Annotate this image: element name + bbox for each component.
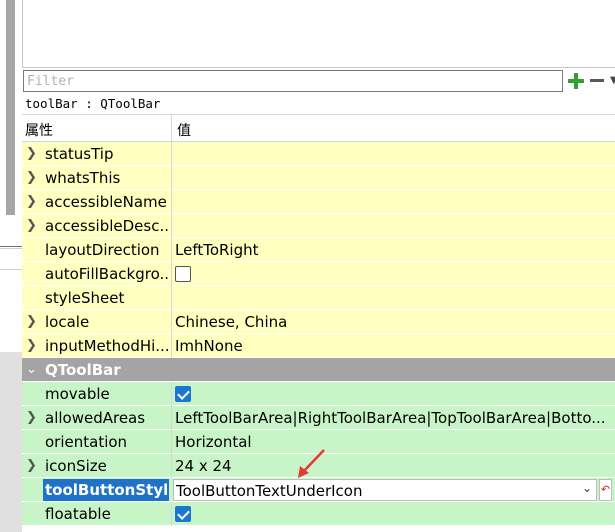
property-name: movable bbox=[45, 385, 110, 403]
header-value: 值 bbox=[177, 123, 191, 139]
column-separator bbox=[171, 190, 172, 214]
property-value[interactable] bbox=[175, 193, 613, 213]
property-name: styleSheet bbox=[45, 289, 125, 307]
chevron-right-icon[interactable]: ❯ bbox=[26, 313, 40, 331]
property-row-layoutDirection[interactable]: layoutDirection LeftToRight bbox=[22, 238, 615, 262]
chevron-right-icon[interactable]: ❯ bbox=[26, 169, 40, 187]
property-name: floatable bbox=[45, 505, 111, 523]
left-divider bbox=[0, 246, 22, 247]
property-name-selected: toolButtonStyle bbox=[43, 479, 169, 501]
property-value[interactable] bbox=[175, 217, 613, 237]
property-row-statusTip[interactable]: ❯ statusTip bbox=[22, 142, 615, 166]
property-value[interactable]: Horizontal bbox=[175, 433, 613, 453]
property-row-locale[interactable]: ❯ locale Chinese, China bbox=[22, 310, 615, 334]
property-name: locale bbox=[45, 313, 90, 331]
chevron-right-icon[interactable]: ❯ bbox=[26, 145, 40, 163]
property-row-inputMethodHints[interactable]: ❯ inputMethodHi... ImhNone bbox=[22, 334, 615, 358]
chevron-down-icon[interactable]: ▼ bbox=[610, 71, 615, 91]
property-value[interactable] bbox=[175, 289, 613, 309]
chevron-down-icon[interactable]: ⌄ bbox=[26, 361, 40, 379]
header-property: 属性 bbox=[25, 123, 53, 139]
column-separator bbox=[171, 214, 172, 238]
column-separator bbox=[171, 454, 172, 478]
property-row-accessibleDescription[interactable]: ❯ accessibleDesc... bbox=[22, 214, 615, 238]
property-row-whatsThis[interactable]: ❯ whatsThis bbox=[22, 166, 615, 190]
minus-icon[interactable] bbox=[589, 71, 607, 91]
object-inspector-panel bbox=[22, 0, 615, 68]
column-separator bbox=[171, 310, 172, 334]
checkbox-checked[interactable] bbox=[175, 506, 191, 522]
property-name: orientation bbox=[45, 433, 128, 451]
column-separator bbox=[171, 262, 172, 286]
property-name: whatsThis bbox=[45, 169, 121, 187]
property-name: iconSize bbox=[45, 457, 107, 475]
reset-icon[interactable]: ↶ bbox=[599, 479, 612, 501]
column-separator bbox=[171, 406, 172, 430]
column-separator bbox=[171, 142, 172, 166]
column-separator bbox=[171, 166, 172, 190]
column-separator bbox=[171, 382, 172, 406]
chevron-right-icon[interactable]: ❯ bbox=[26, 217, 40, 235]
property-row-movable[interactable]: movable bbox=[22, 382, 615, 406]
left-scrollbar-thumb[interactable] bbox=[6, 0, 15, 215]
column-separator bbox=[171, 286, 172, 310]
property-value[interactable]: 24 x 24 bbox=[175, 457, 613, 477]
property-value[interactable]: LeftToolBarArea|RightToolBarArea|TopTool… bbox=[175, 409, 613, 429]
column-separator bbox=[171, 334, 172, 358]
chevron-right-icon[interactable]: ❯ bbox=[26, 337, 40, 355]
property-name: autoFillBackgro... bbox=[45, 265, 169, 283]
property-row-floatable[interactable]: floatable bbox=[22, 502, 615, 526]
property-row-accessibleName[interactable]: ❯ accessibleName bbox=[22, 190, 615, 214]
left-panel-gray-area bbox=[0, 352, 22, 532]
filter-input[interactable]: Filter bbox=[23, 70, 563, 92]
checkbox-checked[interactable] bbox=[175, 386, 191, 402]
left-panel-field bbox=[0, 248, 22, 270]
header-separator[interactable] bbox=[171, 115, 172, 143]
property-name: accessibleName bbox=[45, 193, 167, 211]
property-value[interactable]: LeftToRight bbox=[175, 241, 613, 261]
checkbox-unchecked[interactable] bbox=[175, 266, 191, 282]
tool-button-style-combobox[interactable]: ToolButtonTextUnderIcon ⌄ bbox=[173, 479, 597, 501]
column-separator bbox=[171, 430, 172, 454]
property-row-orientation[interactable]: orientation Horizontal bbox=[22, 430, 615, 454]
property-grid-header: 属性 值 bbox=[22, 114, 615, 143]
property-row-styleSheet[interactable]: styleSheet bbox=[22, 286, 615, 310]
property-name: accessibleDesc... bbox=[45, 217, 169, 235]
chevron-right-icon[interactable]: ❯ bbox=[26, 193, 40, 211]
property-name: statusTip bbox=[45, 145, 114, 163]
property-name: allowedAreas bbox=[45, 409, 146, 427]
property-value[interactable] bbox=[175, 145, 613, 165]
property-row-toolButtonStyle[interactable]: toolButtonStyle ToolButtonTextUnderIcon … bbox=[22, 478, 615, 502]
property-row-allowedAreas[interactable]: ❯ allowedAreas LeftToolBarArea|RightTool… bbox=[22, 406, 615, 430]
property-value[interactable]: ImhNone bbox=[175, 337, 613, 357]
section-header-qtoolbar[interactable]: ⌄ QToolBar bbox=[22, 358, 615, 382]
chevron-down-icon[interactable]: ⌄ bbox=[582, 481, 592, 495]
property-name: layoutDirection bbox=[45, 241, 160, 259]
filter-bar: Filter ▼ bbox=[22, 69, 615, 93]
combobox-value: ToolButtonTextUnderIcon bbox=[176, 482, 363, 500]
property-value[interactable]: Chinese, China bbox=[175, 313, 613, 333]
property-value[interactable] bbox=[175, 169, 613, 189]
section-title: QToolBar bbox=[45, 361, 121, 379]
column-separator bbox=[171, 238, 172, 262]
chevron-right-icon[interactable]: ❯ bbox=[26, 457, 40, 475]
property-grid: 属性 值 ❯ statusTip ❯ whatsThis ❯ accessibl… bbox=[22, 114, 615, 526]
property-name: inputMethodHi... bbox=[45, 337, 169, 355]
chevron-right-icon[interactable]: ❯ bbox=[26, 409, 40, 427]
column-separator bbox=[171, 502, 172, 526]
property-row-autoFillBackground[interactable]: autoFillBackgro... bbox=[22, 262, 615, 286]
property-row-iconSize[interactable]: ❯ iconSize 24 x 24 bbox=[22, 454, 615, 478]
object-class-label: toolBar : QToolBar bbox=[25, 96, 161, 111]
plus-icon[interactable] bbox=[566, 71, 586, 91]
